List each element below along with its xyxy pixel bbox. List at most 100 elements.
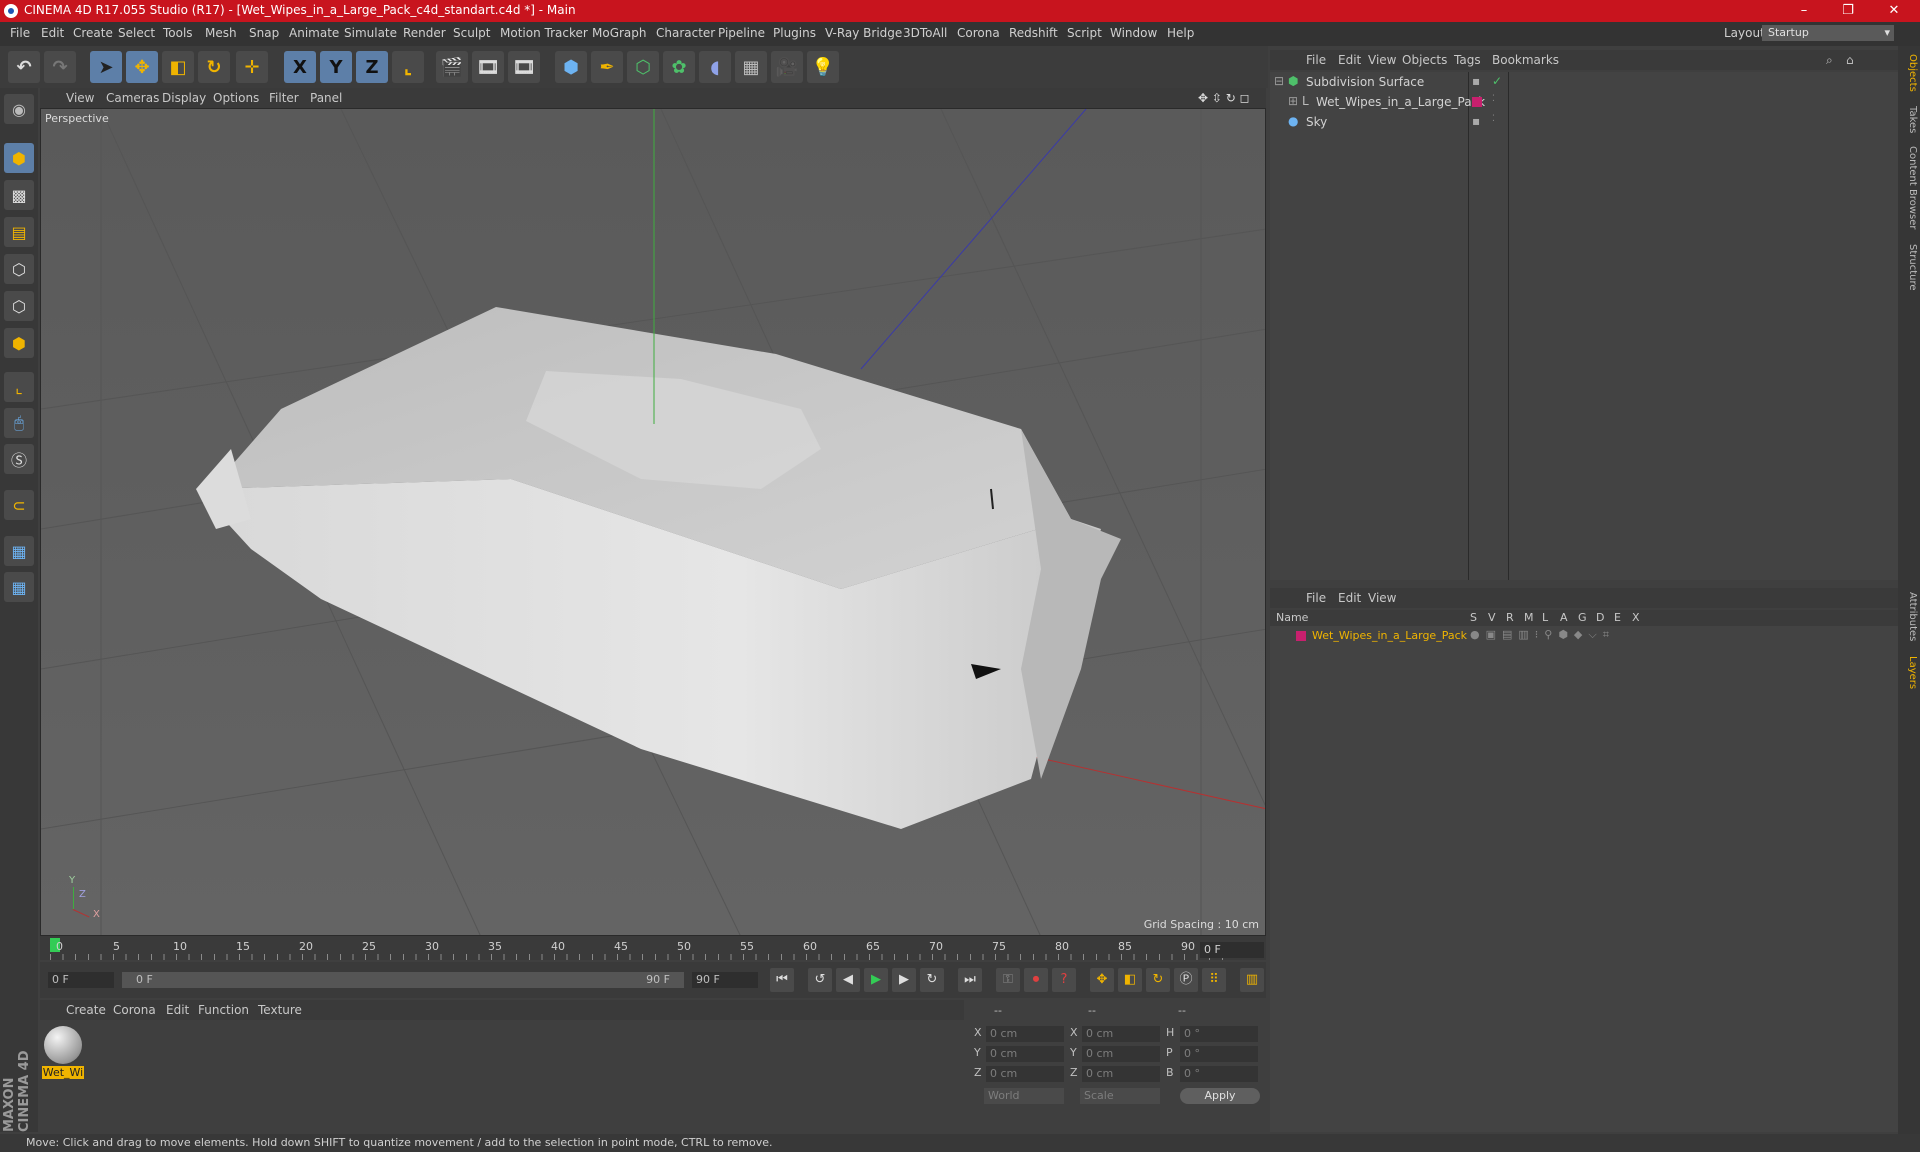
- size-y-field[interactable]: 0 cm: [1082, 1046, 1160, 1062]
- menu-script[interactable]: Script: [1067, 26, 1102, 40]
- objects-menu-bookmarks[interactable]: Bookmarks: [1492, 53, 1559, 67]
- close-button[interactable]: ✕: [1874, 1, 1914, 21]
- redo-button[interactable]: ↷: [44, 51, 76, 83]
- subdivision-button[interactable]: ⬡: [627, 51, 659, 83]
- menu-render[interactable]: Render: [403, 26, 446, 40]
- coord-system-select[interactable]: World: [984, 1088, 1064, 1104]
- position-x-field[interactable]: 0 cm: [986, 1026, 1064, 1042]
- axis-y-button[interactable]: Y: [320, 51, 352, 83]
- live-move-button[interactable]: ✛: [236, 51, 268, 83]
- go-to-end-button[interactable]: ⏭: [958, 968, 982, 992]
- menu-help[interactable]: Help: [1167, 26, 1194, 40]
- render-view-button[interactable]: 🎬: [436, 51, 468, 83]
- object-row[interactable]: ⊟ ⬢ Subdivision Surface ▪ ✓: [1270, 74, 1898, 92]
- home-icon[interactable]: ⌂: [1846, 53, 1854, 67]
- viewport-menu-cameras[interactable]: Cameras: [106, 91, 159, 105]
- pen-spline-button[interactable]: ✒: [591, 51, 623, 83]
- menu-edit[interactable]: Edit: [41, 26, 64, 40]
- menu-corona[interactable]: Corona: [957, 26, 1000, 40]
- polygons-mode-button[interactable]: ⬢: [4, 328, 34, 358]
- visibility-dots-icon[interactable]: ⁚: [1492, 114, 1495, 124]
- viewport-menu-view[interactable]: View: [66, 91, 94, 105]
- rotation-b-field[interactable]: 0 °: [1180, 1066, 1258, 1082]
- workplane-button[interactable]: ▤: [4, 217, 34, 247]
- mograph-cloner-button[interactable]: ✿: [663, 51, 695, 83]
- menu-file[interactable]: File: [10, 26, 30, 40]
- preview-range-slider[interactable]: 0 F 90 F: [122, 972, 684, 988]
- points-mode-button[interactable]: ⬡: [4, 254, 34, 284]
- layers-menu-edit[interactable]: Edit: [1338, 591, 1361, 605]
- visibility-dots-icon[interactable]: ⁚: [1492, 94, 1495, 104]
- material-menu-create[interactable]: Create: [66, 1003, 106, 1017]
- collapse-icon[interactable]: ⊟: [1274, 74, 1284, 88]
- size-z-field[interactable]: 0 cm: [1082, 1066, 1160, 1082]
- keyframe-selection-button[interactable]: ⚿: [996, 968, 1020, 992]
- menu-sculpt[interactable]: Sculpt: [453, 26, 490, 40]
- menu-select[interactable]: Select: [118, 26, 155, 40]
- rotate-tool-button[interactable]: ↻: [198, 51, 230, 83]
- layer-flags-icons[interactable]: ●▣▤▥⁝⚲⬢◆⌵⌗: [1470, 628, 1615, 642]
- menu-tools[interactable]: Tools: [163, 26, 193, 40]
- move-tool-button[interactable]: ✥: [126, 51, 158, 83]
- layer-color-swatch[interactable]: [1296, 631, 1306, 641]
- viewport-menu-filter[interactable]: Filter: [269, 91, 299, 105]
- perspective-viewport[interactable]: Perspective Grid Spacing : 10 cm Y Z X: [40, 108, 1266, 936]
- layers-menu-file[interactable]: File: [1306, 591, 1326, 605]
- size-x-field[interactable]: 0 cm: [1082, 1026, 1160, 1042]
- tab-content-browser[interactable]: Content Browser: [1900, 146, 1918, 229]
- next-key-button[interactable]: ↻: [920, 968, 944, 992]
- light-button[interactable]: 💡: [807, 51, 839, 83]
- object-row[interactable]: ● Sky ▪ ⁚: [1270, 114, 1898, 132]
- size-mode-select[interactable]: Scale: [1080, 1088, 1160, 1104]
- tab-layers[interactable]: Layers: [1900, 656, 1918, 689]
- snap-button[interactable]: ⊂: [4, 490, 34, 520]
- menu-plugins[interactable]: Plugins: [773, 26, 816, 40]
- undo-button[interactable]: ↶: [8, 51, 40, 83]
- key-position-button[interactable]: ✥: [1090, 968, 1114, 992]
- viewport-nav-icons[interactable]: ✥ ⇳ ↻ ◻: [1198, 91, 1250, 105]
- scale-tool-button[interactable]: ◧: [162, 51, 194, 83]
- previous-key-button[interactable]: ↺: [808, 968, 832, 992]
- minimize-button[interactable]: –: [1784, 1, 1824, 21]
- position-z-field[interactable]: 0 cm: [986, 1066, 1064, 1082]
- autokey-button[interactable]: ?: [1052, 968, 1076, 992]
- tab-attributes[interactable]: Attributes: [1900, 592, 1918, 641]
- search-icon[interactable]: ⌕: [1826, 53, 1833, 68]
- tweak-mode-button[interactable]: 🖱: [4, 408, 34, 438]
- render-picture-viewer-button[interactable]: 🎞: [472, 51, 504, 83]
- menu-snap[interactable]: Snap: [249, 26, 279, 40]
- render-settings-button[interactable]: 🎞: [508, 51, 540, 83]
- menu-window[interactable]: Window: [1110, 26, 1157, 40]
- timeline-ruler[interactable]: 0 5 10 15 20 25 30 35 40 45 50 55 60 65 …: [40, 936, 1266, 960]
- lock-workplane-button[interactable]: ▦: [4, 536, 34, 566]
- texture-mode-button[interactable]: ▩: [4, 180, 34, 210]
- viewport-menu-panel[interactable]: Panel: [310, 91, 342, 105]
- material-menu-corona[interactable]: Corona: [113, 1003, 156, 1017]
- axis-mode-button[interactable]: ⌞: [4, 372, 34, 402]
- objects-menu-objects[interactable]: Objects: [1402, 53, 1447, 67]
- menu-simulate[interactable]: Simulate: [344, 26, 397, 40]
- viewport-menu-display[interactable]: Display: [162, 91, 206, 105]
- key-scale-button[interactable]: ◧: [1118, 968, 1142, 992]
- floor-button[interactable]: ▦: [735, 51, 767, 83]
- rotation-p-field[interactable]: 0 °: [1180, 1046, 1258, 1062]
- material-swatch[interactable]: Wet_Wi: [42, 1024, 84, 1080]
- material-menu-edit[interactable]: Edit: [166, 1003, 189, 1017]
- expand-icon[interactable]: ⊞: [1288, 94, 1298, 108]
- menu-pipeline[interactable]: Pipeline: [718, 26, 765, 40]
- planar-workplane-button[interactable]: ▦: [4, 572, 34, 602]
- key-pla-button[interactable]: ⠿: [1202, 968, 1226, 992]
- position-y-field[interactable]: 0 cm: [986, 1046, 1064, 1062]
- menu-animate[interactable]: Animate: [289, 26, 339, 40]
- objects-menu-view[interactable]: View: [1368, 53, 1396, 67]
- objects-menu-edit[interactable]: Edit: [1338, 53, 1361, 67]
- key-parameter-button[interactable]: Ⓟ: [1174, 968, 1198, 992]
- menu-3dtoall[interactable]: 3DToAll: [903, 26, 947, 40]
- tab-objects[interactable]: Objects: [1900, 54, 1918, 92]
- menu-mesh[interactable]: Mesh: [205, 26, 237, 40]
- tab-structure[interactable]: Structure: [1900, 244, 1918, 291]
- coordinate-system-button[interactable]: ⌞: [392, 51, 424, 83]
- menu-vray-bridge[interactable]: V-Ray Bridge: [825, 26, 902, 40]
- layout-select[interactable]: Startup ▾: [1762, 25, 1894, 41]
- camera-button[interactable]: 🎥: [771, 51, 803, 83]
